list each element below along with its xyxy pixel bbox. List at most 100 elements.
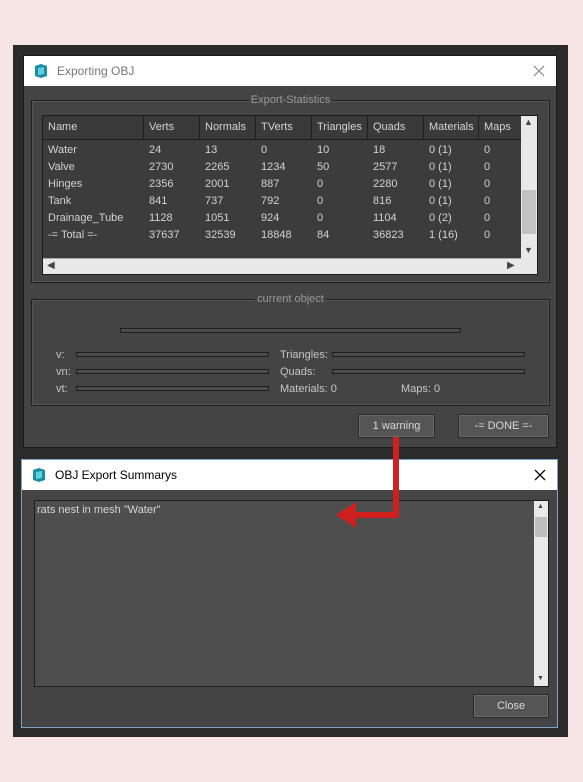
- current-object-label: current object: [255, 293, 326, 305]
- table-header: Name Verts Normals TVerts Triangles Quad…: [43, 116, 521, 140]
- column-header-materials[interactable]: Materials: [424, 116, 479, 140]
- scroll-right-icon[interactable]: ▶: [507, 260, 515, 271]
- table-cell: Tank: [48, 195, 72, 207]
- table-row[interactable]: Water 24 13 0 10 18 0 (1) 0: [43, 142, 521, 159]
- table-row[interactable]: Tank 841 737 792 0 816 0 (1) 0: [43, 193, 521, 210]
- table-cell: Hinges: [48, 178, 83, 190]
- app-icon: [35, 64, 47, 78]
- triangles-label: Triangles:: [280, 349, 328, 361]
- table-cell: 841: [149, 195, 168, 207]
- export-statistics-label: Export-Statistics: [248, 94, 333, 106]
- vt-label: vt:: [56, 383, 68, 395]
- table-cell: 18848: [261, 229, 292, 241]
- export-summary-window: OBJ Export Summarys rats nest in mesh "W…: [21, 459, 558, 728]
- table-cell: -= Total =-: [48, 229, 98, 241]
- table-cell: 36823: [373, 229, 404, 241]
- warning-button[interactable]: 1 warning: [358, 414, 435, 438]
- table-row[interactable]: Drainage_Tube 1128 1051 924 0 1104 0 (2) 0: [43, 210, 521, 227]
- column-header-normals[interactable]: Normals: [200, 116, 256, 140]
- table-cell: 0 (2): [429, 212, 452, 224]
- table-cell: 0: [484, 178, 491, 190]
- table-cell: 50: [317, 161, 330, 173]
- table-cell: 0: [484, 212, 491, 224]
- table-cell: 0: [484, 161, 491, 173]
- close-icon[interactable]: [531, 466, 549, 484]
- table-cell: 1 (16): [429, 229, 458, 241]
- column-header-triangles[interactable]: Triangles: [312, 116, 368, 140]
- column-header-name[interactable]: Name: [43, 116, 144, 140]
- scroll-corner: [521, 258, 537, 274]
- table-cell: Valve: [48, 161, 75, 173]
- table-cell: 0 (1): [429, 144, 452, 156]
- vn-label: vn:: [56, 366, 71, 378]
- table-cell: 0: [484, 195, 491, 207]
- app-icon: [33, 468, 45, 482]
- summary-text-area[interactable]: rats nest in mesh "Water" ▲ ▼: [34, 500, 549, 687]
- scroll-left-icon[interactable]: ◀: [47, 260, 55, 271]
- table-cell: 0: [317, 178, 324, 190]
- table-cell: 2265: [205, 161, 230, 173]
- table-cell: 816: [373, 195, 392, 207]
- table-row[interactable]: -= Total =- 37637 32539 18848 84 36823 1 (16) 0: [43, 227, 521, 244]
- table-cell: 0: [484, 144, 491, 156]
- summary-titlebar: OBJ Export Summarys: [22, 460, 557, 490]
- table-cell: 18: [373, 144, 386, 156]
- column-header-maps[interactable]: Maps: [479, 116, 521, 140]
- table-cell: 924: [261, 212, 280, 224]
- scroll-down-icon[interactable]: ▼: [524, 245, 533, 255]
- table-cell: 2001: [205, 178, 230, 190]
- summary-scrollbar[interactable]: ▲ ▼: [534, 501, 548, 686]
- table-cell: 37637: [149, 229, 180, 241]
- table-cell: 2730: [149, 161, 174, 173]
- quads-label: Quads:: [280, 366, 316, 378]
- table-cell: 1104: [373, 212, 397, 224]
- table-cell: 2280: [373, 178, 398, 190]
- quads-progress-bar: [332, 369, 525, 374]
- done-button[interactable]: -= DONE =-: [458, 414, 549, 438]
- triangles-progress-bar: [332, 352, 525, 357]
- close-icon[interactable]: [530, 62, 548, 80]
- table-cell: 2577: [373, 161, 398, 173]
- vt-progress-bar: [76, 386, 269, 391]
- table-cell: 792: [261, 195, 280, 207]
- scroll-thumb[interactable]: [535, 517, 547, 537]
- object-progress-bar: [120, 328, 461, 333]
- table-cell: 32539: [205, 229, 236, 241]
- scroll-thumb[interactable]: [522, 190, 536, 234]
- vn-progress-bar: [76, 369, 269, 374]
- table-cell: 737: [205, 195, 224, 207]
- table-cell: 2356: [149, 178, 174, 190]
- statistics-table: Name Verts Normals TVerts Triangles Quad…: [42, 115, 538, 275]
- table-cell: 0 (1): [429, 161, 452, 173]
- table-cell: 13: [205, 144, 218, 156]
- materials-count: Materials: 0: [280, 383, 337, 395]
- table-body: Water 24 13 0 10 18 0 (1) 0 Valve 2730 2265 1234 50 2…: [43, 142, 521, 244]
- table-cell: 0: [317, 195, 324, 207]
- column-header-tverts[interactable]: TVerts: [256, 116, 312, 140]
- horizontal-scrollbar[interactable]: ◀ ▶: [43, 258, 521, 274]
- scroll-up-icon[interactable]: ▲: [537, 503, 544, 510]
- table-cell: 0 (1): [429, 178, 452, 190]
- table-cell: 1051: [205, 212, 230, 224]
- table-cell: 10: [317, 144, 330, 156]
- table-cell: 1234: [261, 161, 286, 173]
- table-cell: Water: [48, 144, 77, 156]
- column-header-quads[interactable]: Quads: [368, 116, 424, 140]
- table-cell: Drainage_Tube: [48, 212, 124, 224]
- table-cell: 0: [317, 212, 324, 224]
- export-titlebar: Exporting OBJ: [24, 56, 556, 86]
- table-cell: 0: [261, 144, 268, 156]
- table-cell: 24: [149, 144, 162, 156]
- scroll-down-icon[interactable]: ▼: [537, 675, 544, 682]
- table-row[interactable]: Valve 2730 2265 1234 50 2577 0 (1) 0: [43, 159, 521, 176]
- scroll-up-icon[interactable]: ▲: [524, 117, 533, 127]
- column-header-verts[interactable]: Verts: [144, 116, 200, 140]
- table-row[interactable]: Hinges 2356 2001 887 0 2280 0 (1) 0: [43, 176, 521, 193]
- table-cell: 0: [484, 229, 491, 241]
- summary-window-title: OBJ Export Summarys: [55, 468, 178, 482]
- v-progress-bar: [76, 352, 269, 357]
- vertical-scrollbar[interactable]: ▲ ▼: [521, 116, 537, 259]
- close-button[interactable]: Close: [473, 694, 549, 718]
- export-window-title: Exporting OBJ: [57, 64, 135, 78]
- summary-message: rats nest in mesh "Water": [37, 504, 161, 516]
